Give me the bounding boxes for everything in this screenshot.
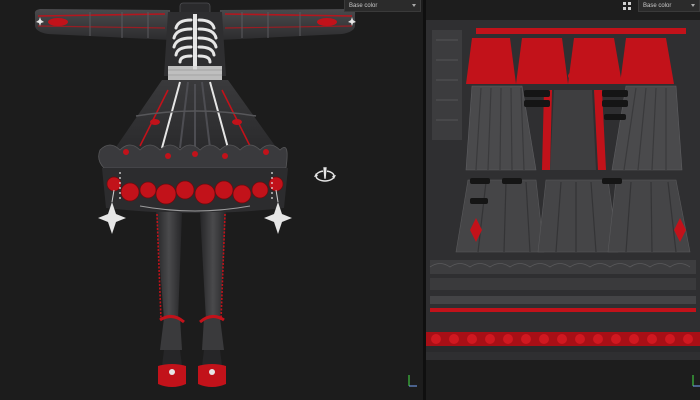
uv-grid-icon[interactable] (622, 1, 632, 11)
axis-gizmo-icon (692, 375, 700, 387)
texture-painting-app: Base color Base color (0, 0, 700, 400)
right-leg (198, 212, 226, 387)
left-sleeve (34, 9, 172, 40)
rotate-cursor-icon (314, 166, 336, 182)
right-sleeve (218, 9, 356, 40)
chevron-down-icon (691, 4, 695, 7)
skirt (98, 80, 288, 213)
channel-dropdown-2d[interactable]: Base color (638, 0, 700, 12)
channel-dropdown-3d[interactable]: Base color (344, 0, 421, 12)
character-model (34, 2, 356, 387)
channel-dropdown-label: Base color (643, 2, 672, 9)
viewport-2d-uv[interactable]: Base color (426, 0, 700, 400)
chevron-down-icon (412, 4, 416, 7)
channel-dropdown-label: Base color (349, 2, 378, 9)
torso-ribcage (164, 12, 226, 80)
left-leg (156, 212, 186, 387)
texture-atlas (426, 20, 700, 360)
viewport-3d[interactable]: Base color (0, 0, 423, 400)
axis-gizmo-icon (408, 375, 417, 387)
